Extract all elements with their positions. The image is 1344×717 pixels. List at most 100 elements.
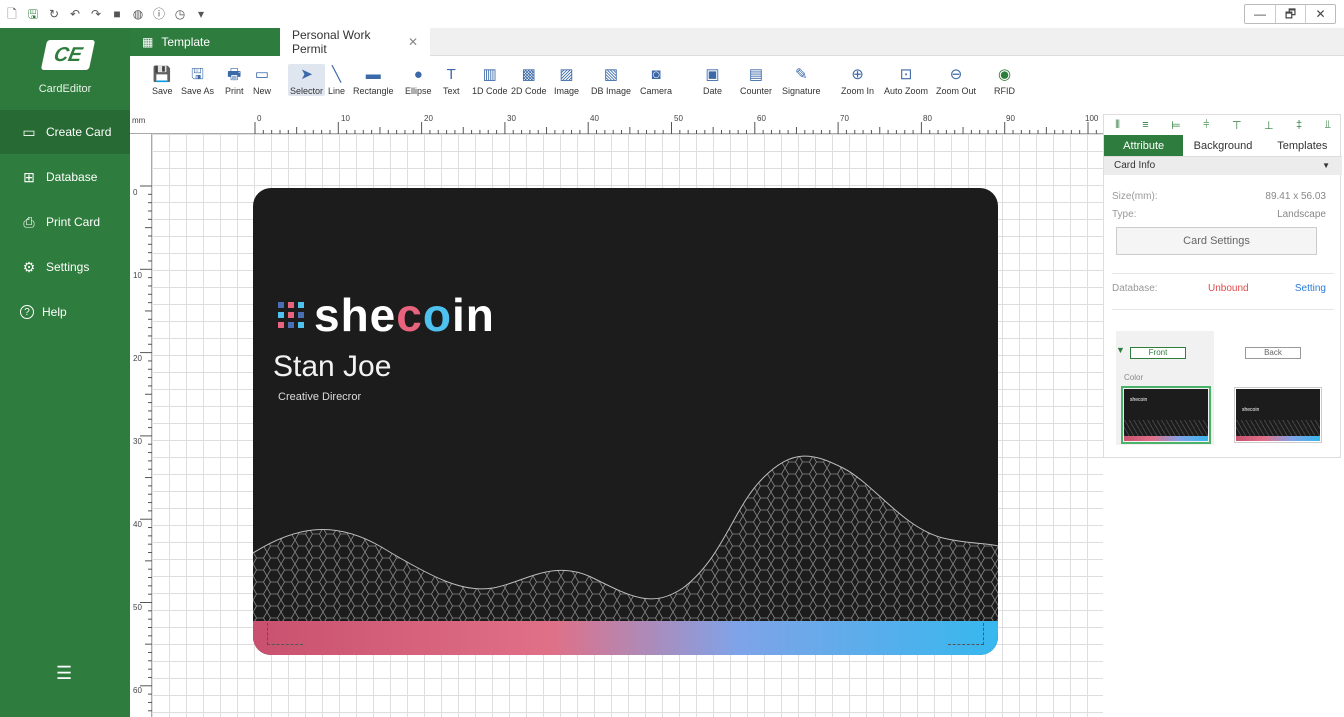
- print-button[interactable]: 🖶 Print: [225, 64, 244, 96]
- date-button[interactable]: ▣ Date: [703, 64, 722, 96]
- clock-icon[interactable]: ◷: [174, 8, 186, 20]
- card-person-name[interactable]: Stan Joe: [273, 350, 391, 384]
- sidebar-item-label: Print Card: [46, 215, 101, 229]
- image-button[interactable]: ▨ Image: [554, 64, 579, 96]
- thumb-text: shecoin: [1242, 407, 1260, 413]
- ruler-label: 0: [257, 114, 262, 123]
- rectangle-icon: ▬: [365, 66, 381, 83]
- zoom-in-icon: ⊕: [851, 66, 864, 83]
- close-button[interactable]: ✕: [1305, 5, 1335, 23]
- rectangle-button[interactable]: ▬ Rectangle: [353, 64, 394, 96]
- ruler-label: 40: [133, 520, 142, 529]
- dropdown-icon[interactable]: ▾: [195, 8, 207, 20]
- align-right-icon[interactable]: ⊨: [1171, 119, 1181, 132]
- front-side-button[interactable]: Front: [1130, 347, 1186, 359]
- sidebar: CE CardEditor ▭ Create Card ⊞ Database ⎙…: [0, 28, 130, 717]
- collapse-sidebar-icon[interactable]: ☰: [56, 663, 72, 684]
- zoom-in-button[interactable]: ⊕ Zoom In: [841, 64, 874, 96]
- back-thumbnail[interactable]: shecoin: [1234, 387, 1322, 443]
- ruler-unit: mm: [132, 116, 146, 125]
- card-info-section-header[interactable]: Card Info ▼: [1104, 157, 1342, 175]
- distribute-h-icon[interactable]: ⫩: [1203, 119, 1209, 132]
- align-middle-icon[interactable]: ⊥: [1264, 119, 1274, 132]
- new-file-icon[interactable]: 🗋: [6, 8, 18, 20]
- selector-button[interactable]: ➤ Selector: [288, 64, 326, 96]
- undo-icon[interactable]: ↶: [69, 8, 81, 20]
- align-bottom-icon[interactable]: ‡: [1296, 119, 1302, 131]
- globe-icon[interactable]: ◍: [132, 8, 144, 20]
- rfid-button[interactable]: ◉ RFID: [994, 64, 1015, 96]
- sidebar-item-database[interactable]: ⊞ Database: [0, 155, 130, 199]
- ruler-label: 70: [840, 114, 849, 123]
- save-as-button[interactable]: 🖫 Save As: [181, 64, 214, 96]
- ruler-top-ticks: [254, 122, 1097, 134]
- color-label: Color: [1124, 373, 1144, 382]
- line-button[interactable]: ╲ Line: [328, 64, 345, 96]
- chevron-down-icon: ▼: [1322, 161, 1330, 170]
- distribute-v-icon[interactable]: ⫫: [1325, 119, 1331, 132]
- align-top-icon[interactable]: ⊤: [1232, 119, 1242, 132]
- tab-templates[interactable]: Templates: [1262, 135, 1342, 157]
- restore-button[interactable]: 🗗: [1275, 5, 1305, 23]
- ellipse-button[interactable]: ● Ellipse: [405, 64, 432, 96]
- db-image-button[interactable]: ▧ DB Image: [591, 64, 631, 96]
- back-side-button[interactable]: Back: [1245, 347, 1301, 359]
- signature-button[interactable]: ✎ Signature: [782, 64, 821, 96]
- ruler-label: 50: [674, 114, 683, 123]
- tab-personal-work-permit[interactable]: Personal Work Permit ✕: [280, 28, 430, 56]
- redo-icon[interactable]: ↷: [90, 8, 102, 20]
- zoom-out-button[interactable]: ⊖ Zoom Out: [936, 64, 976, 96]
- camera-button[interactable]: ◙ Camera: [640, 64, 672, 96]
- tool-label: Image: [554, 86, 580, 96]
- save-icon[interactable]: 🖫: [27, 8, 39, 20]
- card-preview[interactable]: shecoin Stan Joe Creative Direcror: [253, 188, 998, 655]
- window-controls: — 🗗 ✕: [1244, 4, 1336, 24]
- stop-icon[interactable]: ■: [111, 8, 123, 20]
- tab-attribute[interactable]: Attribute: [1104, 135, 1184, 157]
- 2d-code-button[interactable]: ▩ 2D Code: [511, 64, 547, 96]
- tab-background[interactable]: Background: [1183, 135, 1263, 157]
- minimize-button[interactable]: —: [1245, 5, 1275, 23]
- tool-label: 2D Code: [511, 86, 547, 96]
- front-thumbnail[interactable]: shecoin: [1121, 386, 1211, 444]
- close-tab-icon[interactable]: ✕: [408, 35, 418, 49]
- brand-name: shecoin: [314, 288, 495, 342]
- ruler-label: 60: [757, 114, 766, 123]
- sidebar-item-label: Create Card: [46, 125, 112, 139]
- align-center-icon[interactable]: ≡: [1142, 119, 1148, 131]
- safe-area-bracket: [267, 623, 303, 645]
- sidebar-item-label: Database: [46, 170, 98, 184]
- triangle-down-icon: ▼: [1116, 345, 1125, 355]
- counter-button[interactable]: ▤ Counter: [740, 64, 772, 96]
- sidebar-item-settings[interactable]: ⚙ Settings: [0, 245, 130, 289]
- ruler-label: 30: [133, 437, 142, 446]
- tool-label: Text: [443, 86, 460, 96]
- tab-label: Personal Work Permit: [292, 28, 371, 56]
- align-left-icon[interactable]: ⫴: [1115, 119, 1120, 132]
- info-icon[interactable]: ⓘ: [153, 8, 165, 20]
- panel-tabs: Attribute Background Templates: [1104, 135, 1342, 157]
- card-settings-button[interactable]: Card Settings: [1116, 227, 1317, 255]
- brand-logo[interactable]: shecoin: [278, 288, 495, 342]
- tool-label: DB Image: [591, 86, 632, 96]
- 1d-code-button[interactable]: ▥ 1D Code: [472, 64, 508, 96]
- tool-label: Line: [328, 86, 346, 96]
- divider: [1112, 309, 1334, 310]
- template-icon: ▦: [142, 35, 154, 49]
- tab-template[interactable]: ▦ Template: [130, 28, 280, 56]
- tool-label: New: [253, 86, 272, 96]
- save-button[interactable]: 💾 Save: [152, 64, 173, 96]
- sidebar-item-create-card[interactable]: ▭ Create Card: [0, 110, 130, 154]
- refresh-icon[interactable]: ↻: [48, 8, 60, 20]
- sidebar-item-print-card[interactable]: ⎙ Print Card: [0, 200, 130, 244]
- text-button[interactable]: T Text: [443, 64, 460, 96]
- sidebar-item-help[interactable]: ? Help: [0, 290, 130, 334]
- new-button[interactable]: ▭ New: [253, 64, 271, 96]
- card-person-title[interactable]: Creative Direcror: [278, 391, 361, 403]
- database-setting-link[interactable]: Setting: [1295, 283, 1326, 294]
- size-row: Size(mm): 89.41 x 56.03: [1112, 191, 1334, 202]
- ruler-label: 40: [590, 114, 599, 123]
- card-gradient-band: [253, 621, 998, 655]
- auto-zoom-button[interactable]: ⊡ Auto Zoom: [884, 64, 928, 96]
- database-row: Database: Unbound Setting: [1112, 283, 1334, 294]
